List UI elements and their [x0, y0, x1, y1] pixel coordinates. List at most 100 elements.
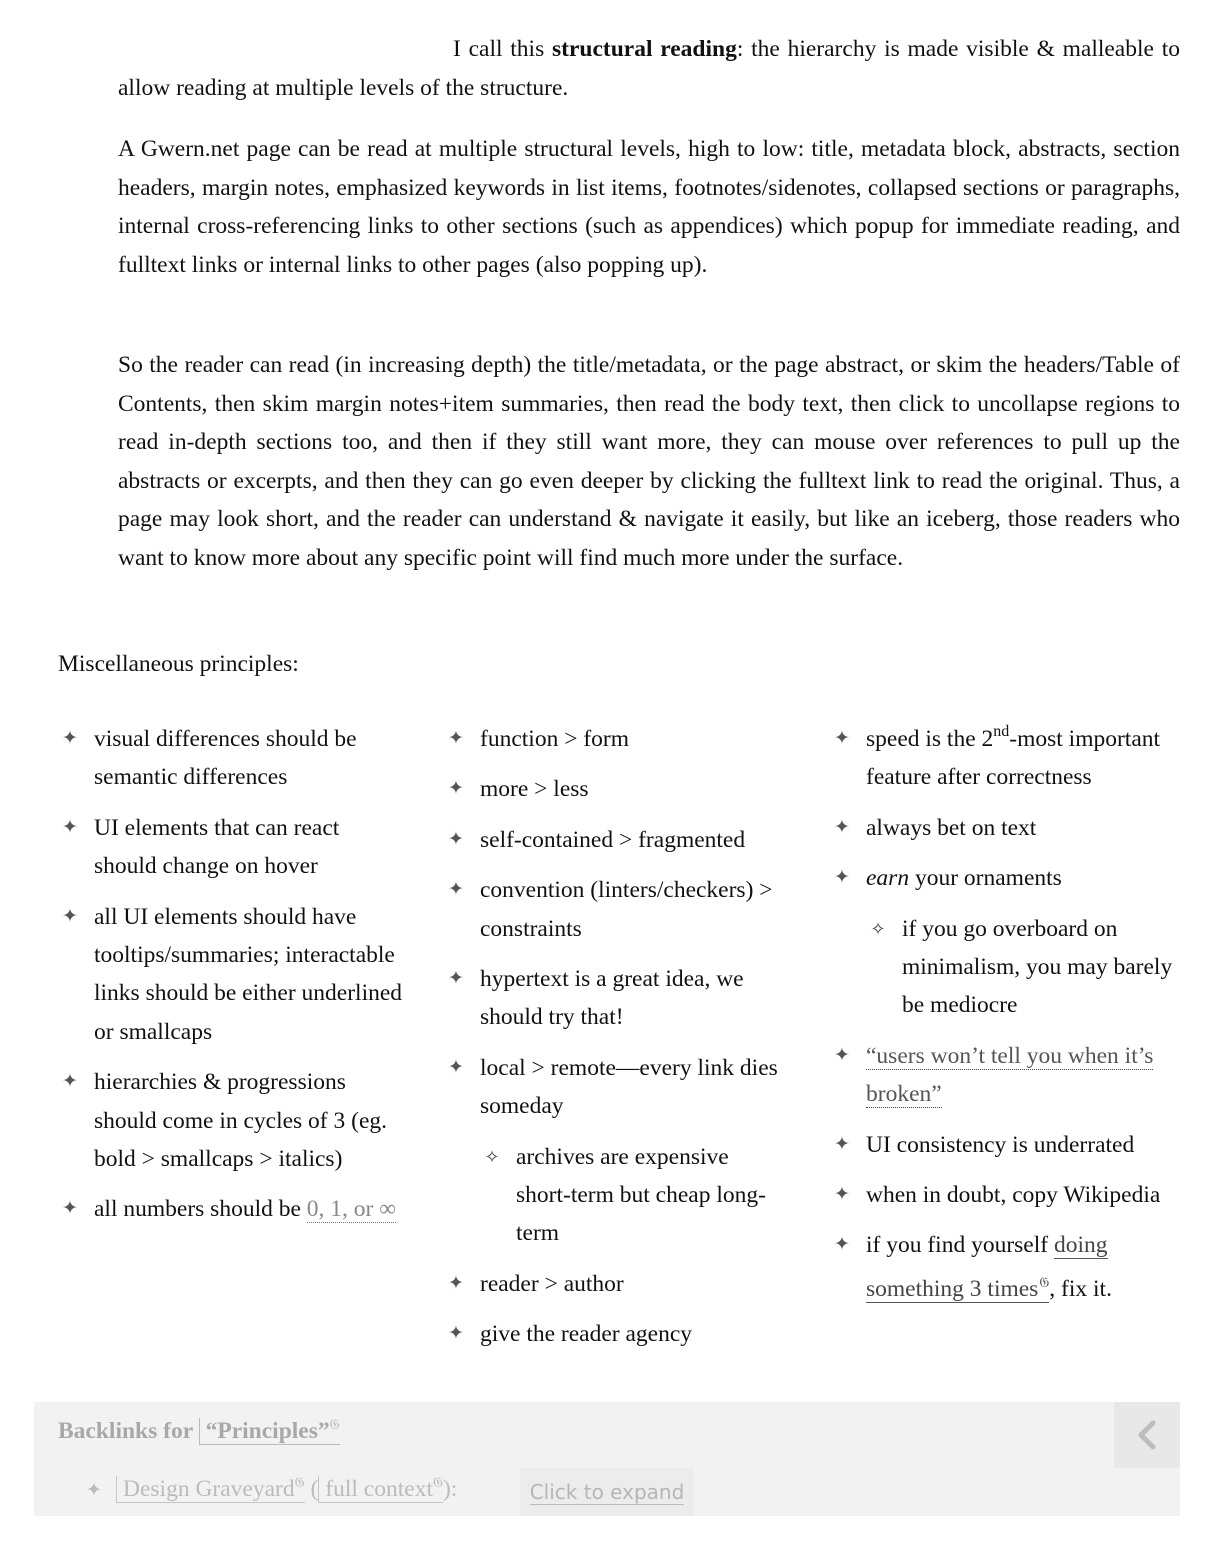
principles-column-1: ✦ visual differences should be semantic d… — [58, 720, 403, 1241]
bullet-icon: ✦ — [448, 1323, 464, 1345]
list-item: ✦ UI elements that can react should chang… — [58, 809, 403, 886]
item-text: local > remote—every link dies someday — [480, 1054, 778, 1120]
list-item: ✦ “users won’t tell you when it’s broken” — [830, 1037, 1185, 1114]
list-item: ✦ more > less — [444, 770, 789, 808]
bullet-icon: ✦ — [448, 828, 464, 850]
misc-principles-heading: Miscellaneous principles: — [58, 651, 299, 677]
backlink-entry: ✦ Design Graveyard𝔊 (full context𝔊): — [84, 1476, 457, 1503]
bullet-icon: ✦ — [834, 1234, 850, 1256]
list-item: ✦ all numbers should be 0, 1, or ∞ — [58, 1190, 403, 1228]
item-text: archives are expensive short-term but ch… — [516, 1143, 766, 1247]
principles-column-3: ✦ speed is the 2nd-most important feature… — [830, 720, 1185, 1320]
users-quote-link[interactable]: “users won’t tell you when it’s broken” — [866, 1042, 1154, 1109]
list-item: ✦ visual differences should be semantic d… — [58, 720, 403, 797]
list-item: ✦ local > remote—every link dies someday — [444, 1049, 789, 1126]
full-context-link[interactable]: full context𝔊 — [318, 1476, 443, 1503]
principles-link[interactable]: “Principles”𝔊 — [198, 1418, 340, 1445]
list-item: ✦ hypertext is a great idea, we should tr… — [444, 960, 789, 1037]
link-text[interactable]: Design Graveyard — [123, 1476, 295, 1502]
list-item: ✦ always bet on text — [830, 809, 1185, 847]
list-item: ✦ if you find yourself doing something 3 … — [830, 1226, 1185, 1308]
bullet-icon: ✦ — [834, 728, 850, 749]
item-text: if you go overboard on minimalism, you m… — [902, 915, 1173, 1019]
sub-bullet-icon: ✧ — [870, 918, 886, 939]
click-to-expand-button[interactable]: Click to expand — [520, 1468, 694, 1516]
item-text: convention (linters/checkers) > constrai… — [480, 877, 773, 942]
chevron-left-icon — [1138, 1420, 1156, 1450]
bullet-icon: ✦ — [62, 1198, 78, 1220]
list-item: ✦ all UI elements should have tooltips/su… — [58, 898, 403, 1052]
list-item: ✦ speed is the 2nd-most important feature… — [830, 720, 1185, 797]
bullet-icon: ✦ — [448, 879, 464, 901]
title-text: Backlinks for — [58, 1418, 199, 1444]
sub-list-item: ✧ archives are expensive short-term but c… — [480, 1138, 789, 1253]
item-text: self-contained > fragmented — [480, 826, 746, 853]
collapse-button[interactable] — [1114, 1402, 1180, 1468]
wikipedia-icon: 𝔊 — [1039, 1275, 1050, 1291]
design-graveyard-link[interactable]: Design Graveyard𝔊 — [116, 1476, 305, 1503]
text: I call this — [453, 36, 552, 62]
bullet-icon: ✦ — [834, 1133, 850, 1155]
bullet-icon: ✦ — [448, 1272, 464, 1294]
paragraph-iceberg: So the reader can read (in increasing de… — [118, 352, 1180, 571]
wikipedia-icon: 𝔊 — [329, 1418, 340, 1434]
bullet-icon: ✦ — [448, 728, 464, 749]
punctuation: ): — [442, 1476, 458, 1502]
item-text: hypertext is a great idea, we should try… — [480, 966, 744, 1031]
sub-bullet-icon: ✧ — [484, 1146, 500, 1167]
list-item: ✦ self-contained > fragmented — [444, 821, 789, 859]
bullet-icon: ✦ — [62, 1071, 78, 1093]
wikipedia-icon: 𝔊 — [294, 1476, 305, 1492]
list-item: ✦ earn your ornaments — [830, 859, 1185, 897]
backlinks-title: Backlinks for “Principles”𝔊 — [58, 1418, 340, 1445]
item-text: all UI elements should have tooltips/sum… — [94, 903, 403, 1045]
item-text: , fix it. — [1049, 1275, 1112, 1302]
numbers-link[interactable]: 0, 1, or ∞ — [306, 1196, 396, 1224]
principles-column-2: ✦ function > form ✦ more > less ✦ self-cont… — [444, 720, 789, 1366]
bullet-icon: ✦ — [448, 778, 464, 800]
paragraph-structural-levels: A Gwern.net page can be read at multiple… — [118, 136, 1180, 278]
bullet-icon: ✦ — [62, 728, 78, 749]
bullet-icon: ✦ — [834, 1044, 850, 1066]
bullet-icon: ✦ — [86, 1480, 102, 1501]
link-text[interactable]: full context — [325, 1476, 433, 1502]
item-text: UI elements that can react should change… — [94, 814, 340, 880]
list-item: ✦ give the reader agency — [444, 1315, 789, 1353]
expand-label[interactable]: Click to expand — [529, 1480, 685, 1505]
item-text: give the reader agency — [480, 1321, 693, 1348]
punctuation: ( — [304, 1476, 319, 1502]
item-text: visual differences should be semantic di… — [94, 726, 357, 791]
list-item: ✦ when in doubt, copy Wikipedia — [830, 1176, 1185, 1214]
item-text: more > less — [480, 776, 589, 803]
list-item: ✦ UI consistency is underrated — [830, 1126, 1185, 1164]
list-item: ✦ reader > author — [444, 1265, 789, 1303]
list-item: ✦ hierarchies & progressions should come … — [58, 1063, 403, 1178]
paragraph-structural-reading: I call this structural reading: the hier… — [118, 30, 1180, 107]
sub-list-item: ✧ if you go overboard on minimalism, you … — [866, 910, 1185, 1025]
link-text[interactable]: “Principles” — [206, 1418, 330, 1444]
item-text: hierarchies & progressions should come i… — [94, 1069, 388, 1173]
bullet-icon: ✦ — [834, 867, 850, 889]
bold-term: structural reading — [551, 36, 737, 62]
bullet-icon: ✦ — [834, 816, 850, 838]
bullet-icon: ✦ — [62, 816, 78, 838]
bullet-icon: ✦ — [448, 1056, 464, 1078]
item-text: function > form — [480, 726, 629, 752]
backlinks-section: Backlinks for “Principles”𝔊 ✦ Design Grav… — [34, 1402, 1180, 1516]
bullet-icon: ✦ — [448, 968, 464, 990]
item-text: your ornaments — [909, 865, 1062, 892]
item-text: all numbers should be — [94, 1196, 307, 1223]
bullet-icon: ✦ — [834, 1184, 850, 1206]
item-text: always bet on text — [866, 814, 1037, 841]
item-text: reader > author — [480, 1270, 624, 1297]
wikipedia-icon: 𝔊 — [432, 1476, 443, 1492]
emphasis: earn — [866, 865, 910, 892]
bullet-icon: ✦ — [62, 905, 78, 927]
item-text: when in doubt, copy Wikipedia — [866, 1182, 1161, 1209]
item-text: UI consistency is underrated — [866, 1131, 1135, 1158]
item-text: if you find yourself — [866, 1232, 1054, 1259]
list-item: ✦ convention (linters/checkers) > constra… — [444, 871, 789, 948]
item-text: speed is the 2 — [866, 726, 994, 752]
ordinal-suffix: nd — [993, 723, 1010, 740]
list-item: ✦ function > form — [444, 720, 789, 758]
